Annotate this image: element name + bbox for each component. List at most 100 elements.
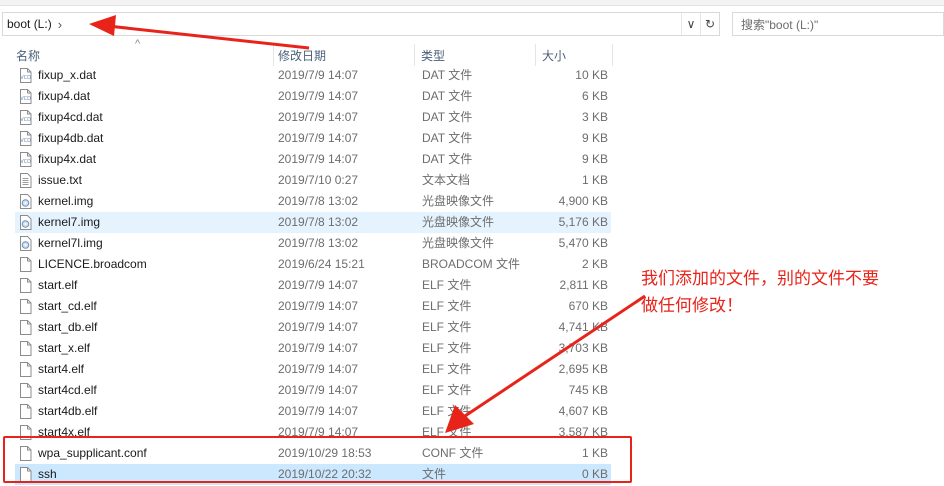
file-type: DAT 文件 bbox=[422, 89, 473, 103]
file-name: start.elf bbox=[38, 278, 78, 292]
file-size: 3,703 KB bbox=[558, 341, 608, 355]
file-row[interactable]: kernel7.img 2019/7/8 13:02 光盘映像文件 5,176 KB bbox=[15, 212, 611, 233]
svg-text:VCD: VCD bbox=[20, 138, 31, 144]
file-row[interactable]: kernel.img 2019/7/8 13:02 光盘映像文件 4,900 KB bbox=[15, 191, 611, 212]
file-row[interactable]: start4.elf 2019/7/9 14:07 ELF 文件 2,695 KB bbox=[15, 359, 611, 380]
file-size: 2,811 KB bbox=[559, 278, 608, 292]
file-row[interactable]: VCD fixup4.dat 2019/7/9 14:07 DAT 文件 6 KB bbox=[15, 86, 611, 107]
file-name: fixup4cd.dat bbox=[38, 110, 103, 124]
file-date: 2019/7/9 14:07 bbox=[278, 110, 359, 124]
file-date: 2019/7/8 13:02 bbox=[278, 194, 359, 208]
file-size: 745 KB bbox=[568, 383, 608, 397]
file-type: DAT 文件 bbox=[422, 68, 473, 82]
file-size: 670 KB bbox=[568, 299, 608, 313]
highlight-box bbox=[3, 436, 632, 483]
file-size: 4,900 KB bbox=[558, 194, 608, 208]
file-row[interactable]: VCD fixup_x.dat 2019/7/9 14:07 DAT 文件 10 KB bbox=[15, 65, 611, 86]
column-divider[interactable] bbox=[414, 44, 415, 66]
file-name: start4db.elf bbox=[38, 404, 98, 418]
breadcrumb-chevron-icon[interactable]: › bbox=[58, 17, 62, 32]
file-type: DAT 文件 bbox=[422, 152, 473, 166]
file-name: fixup4db.dat bbox=[38, 131, 104, 145]
disc-image-icon bbox=[19, 236, 32, 251]
file-date: 2019/7/9 14:07 bbox=[278, 89, 359, 103]
file-type: DAT 文件 bbox=[422, 131, 473, 145]
breadcrumb-drive[interactable]: boot (L:) bbox=[3, 17, 52, 31]
file-size: 5,176 KB bbox=[558, 215, 608, 229]
file-row[interactable]: start_cd.elf 2019/7/9 14:07 ELF 文件 670 KB bbox=[15, 296, 611, 317]
column-divider[interactable] bbox=[535, 44, 536, 66]
blank-file-icon bbox=[19, 404, 32, 419]
svg-text:VCD: VCD bbox=[20, 96, 31, 102]
scrollbar[interactable] bbox=[929, 42, 944, 468]
address-dropdown-icon[interactable]: ∨ bbox=[681, 13, 700, 35]
svg-text:VCD: VCD bbox=[20, 117, 31, 123]
column-header-name[interactable]: 名称 bbox=[16, 44, 40, 66]
file-date: 2019/7/9 14:07 bbox=[278, 152, 359, 166]
file-name: fixup_x.dat bbox=[38, 68, 97, 82]
file-size: 4,741 KB bbox=[558, 320, 608, 334]
file-name: kernel7.img bbox=[38, 215, 101, 229]
file-row[interactable]: start4cd.elf 2019/7/9 14:07 ELF 文件 745 KB bbox=[15, 380, 611, 401]
disc-image-icon bbox=[19, 215, 32, 230]
column-divider[interactable] bbox=[612, 44, 613, 66]
file-row[interactable]: VCD fixup4x.dat 2019/7/9 14:07 DAT 文件 9 KB bbox=[15, 149, 611, 170]
file-row[interactable]: LICENCE.broadcom 2019/6/24 15:21 BROADCOM … bbox=[15, 254, 611, 275]
file-date: 2019/7/9 14:07 bbox=[278, 131, 359, 145]
blank-file-icon bbox=[19, 257, 32, 272]
search-input[interactable]: 搜索"boot (L:)" bbox=[732, 12, 944, 36]
file-name: start_db.elf bbox=[38, 320, 98, 334]
file-name: fixup4x.dat bbox=[38, 152, 97, 166]
file-row[interactable]: start4db.elf 2019/7/9 14:07 ELF 文件 4,607 KB bbox=[15, 401, 611, 422]
column-header-size[interactable]: 大小 bbox=[542, 44, 566, 66]
blank-file-icon bbox=[19, 299, 32, 314]
file-size: 9 KB bbox=[581, 131, 608, 145]
file-name: LICENCE.broadcom bbox=[38, 257, 147, 271]
dat-file-icon: VCD bbox=[19, 152, 32, 167]
address-bar[interactable]: boot (L:) › ∨ ↻ bbox=[2, 12, 720, 36]
sort-up-icon: ^ bbox=[135, 38, 141, 50]
file-name: kernel.img bbox=[38, 194, 94, 208]
file-type: ELF 文件 bbox=[422, 362, 472, 376]
annotation-text: 我们添加的文件，别的文件不要 做任何修改！ bbox=[641, 266, 879, 320]
dat-file-icon: VCD bbox=[19, 110, 32, 125]
annotation-line-1: 我们添加的文件，别的文件不要 bbox=[641, 269, 879, 289]
blank-file-icon bbox=[19, 278, 32, 293]
file-row[interactable]: VCD fixup4cd.dat 2019/7/9 14:07 DAT 文件 3 KB bbox=[15, 107, 611, 128]
column-divider[interactable] bbox=[273, 44, 274, 66]
file-date: 2019/7/9 14:07 bbox=[278, 320, 359, 334]
blank-file-icon bbox=[19, 362, 32, 377]
file-row[interactable]: VCD fixup4db.dat 2019/7/9 14:07 DAT 文件 9 KB bbox=[15, 128, 611, 149]
file-type: 光盘映像文件 bbox=[422, 236, 495, 250]
svg-text:VCD: VCD bbox=[20, 159, 31, 165]
file-row[interactable]: issue.txt 2019/7/10 0:27 文本文档 1 KB bbox=[15, 170, 611, 191]
file-row[interactable]: start_db.elf 2019/7/9 14:07 ELF 文件 4,741 KB bbox=[15, 317, 611, 338]
file-date: 2019/7/9 14:07 bbox=[278, 299, 359, 313]
file-date: 2019/7/9 14:07 bbox=[278, 278, 359, 292]
file-date: 2019/6/24 15:21 bbox=[278, 257, 365, 271]
file-date: 2019/7/9 14:07 bbox=[278, 341, 359, 355]
refresh-icon[interactable]: ↻ bbox=[700, 13, 719, 35]
column-header-row: ^ 名称 修改日期 类型 大小 bbox=[0, 38, 944, 66]
file-row[interactable]: start_x.elf 2019/7/9 14:07 ELF 文件 3,703 KB bbox=[15, 338, 611, 359]
file-name: fixup4.dat bbox=[38, 89, 91, 103]
dat-file-icon: VCD bbox=[19, 89, 32, 104]
blank-file-icon bbox=[19, 383, 32, 398]
column-header-type[interactable]: 类型 bbox=[421, 44, 445, 66]
file-size: 1 KB bbox=[581, 173, 608, 187]
column-header-date[interactable]: 修改日期 bbox=[278, 44, 326, 66]
file-date: 2019/7/9 14:07 bbox=[278, 68, 359, 82]
file-type: DAT 文件 bbox=[422, 110, 473, 124]
disc-image-icon bbox=[19, 194, 32, 209]
file-name: start_x.elf bbox=[38, 341, 91, 355]
file-date: 2019/7/9 14:07 bbox=[278, 362, 359, 376]
annotation-line-2: 做任何修改！ bbox=[641, 296, 743, 316]
dat-file-icon: VCD bbox=[19, 68, 32, 83]
file-row[interactable]: kernel7l.img 2019/7/8 13:02 光盘映像文件 5,470 KB bbox=[15, 233, 611, 254]
file-type: ELF 文件 bbox=[422, 383, 472, 397]
file-row[interactable]: start.elf 2019/7/9 14:07 ELF 文件 2,811 KB bbox=[15, 275, 611, 296]
blank-file-icon bbox=[19, 341, 32, 356]
file-size: 6 KB bbox=[581, 89, 608, 103]
file-type: ELF 文件 bbox=[422, 278, 472, 292]
text-file-icon bbox=[19, 173, 32, 188]
